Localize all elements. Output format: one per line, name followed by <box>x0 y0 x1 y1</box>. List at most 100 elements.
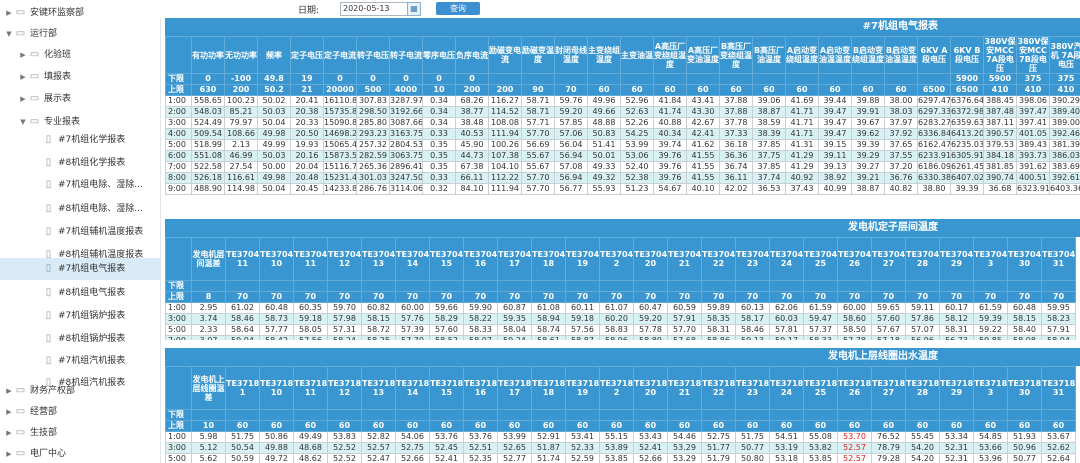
table-cell: 5:00 <box>165 324 192 336</box>
table-cell: 52.38 <box>620 172 654 184</box>
table-cell: 37.85 <box>752 161 786 173</box>
sidebar-item[interactable]: ▯ #7机组汽机报表 <box>0 350 160 372</box>
table-cell: 39.74 <box>653 139 687 151</box>
file-icon: ▯ <box>45 310 52 321</box>
sidebar-item[interactable]: ▯ #8机组锅炉报表 <box>0 328 160 350</box>
limit-cell: 上限 <box>165 420 192 432</box>
table-cell: 61.59 <box>803 302 838 314</box>
sidebar-item[interactable]: ▯ #8机组电除、湿除... <box>0 198 160 220</box>
table-title: 发电机定子层间温度 <box>165 219 1080 237</box>
table-cell: 53.19 <box>769 442 804 454</box>
table-cell: 57.70 <box>521 172 555 184</box>
header-cell: TE3704-26 <box>837 237 872 281</box>
table-cell: 52.96 <box>620 95 654 107</box>
sidebar-item[interactable]: ▯ #8机组电气报表 <box>0 282 160 304</box>
table-cell: 59.85 <box>973 335 1008 340</box>
table-cell: 58.07 <box>463 335 498 340</box>
sidebar-item[interactable]: ▯ #8机组化学报表 <box>0 152 160 174</box>
table-cell: 40.82 <box>884 183 918 195</box>
header-cell: TE3704-19 <box>565 237 600 281</box>
header-cell: B高压厂油温度 <box>752 36 786 74</box>
table-cell: 40.10 <box>686 183 720 195</box>
file-icon: ▯ <box>45 179 52 190</box>
sidebar-item[interactable]: ▯ #7机组电除、湿除... <box>0 174 160 196</box>
table-cell: 48.68 <box>293 442 328 454</box>
table-cell: 39.88 <box>851 95 885 107</box>
table-cell: 293.23 <box>356 128 390 140</box>
folder-icon: ▭ <box>29 49 40 60</box>
table-cell: 58.40 <box>1007 324 1042 336</box>
table-cell: 100.26 <box>488 139 522 151</box>
sidebar-tree: ▶ ▭ 安键环监察部 ▼ ▭ 运行部 ▶ ▭ 化验班 ▶ ▭ 填报表 ▶ ▭ 展示表 ▼ ▭ 专业报表 ▯ #7机组化… <box>0 0 161 463</box>
sidebar-item[interactable]: ▶ ▭ 财务产权部 <box>0 380 160 402</box>
table-cell: 20.45 <box>290 183 324 195</box>
header-cell: TE3718-13 <box>361 366 396 410</box>
table-cell: 79.97 <box>224 117 258 129</box>
file-icon: ▯ <box>45 226 52 237</box>
table-cell: 57.91 <box>667 313 702 325</box>
limit-cell: 60 <box>719 84 753 96</box>
table-cell: 49.96 <box>587 95 621 107</box>
table-cell: 39.39 <box>851 139 885 151</box>
table-cell: 53.29 <box>667 442 702 454</box>
table-cell: 50.86 <box>259 431 294 443</box>
sidebar-item[interactable]: ▶ ▭ 填报表 <box>0 66 160 88</box>
table-cell: 41.71 <box>785 106 819 118</box>
sidebar-item-label: 填报表 <box>44 72 72 82</box>
table-cell: 398.06 <box>1016 95 1050 107</box>
table-cell: 6359.63 <box>950 117 984 129</box>
limit-cell: 0 <box>389 73 423 85</box>
date-input[interactable]: 2020-05-13 <box>340 2 408 16</box>
sidebar-item[interactable]: ▶ ▭ 电厂中心 <box>0 443 160 463</box>
limit-cell: 90 <box>521 84 555 96</box>
table-cell: 58.25 <box>361 335 396 340</box>
header-cell: TE3704-22 <box>701 237 736 281</box>
table-cell: 50.01 <box>587 150 621 162</box>
sidebar-item[interactable]: ▯ #7机组辅机温度报表 <box>0 221 160 243</box>
header-cell: TE3718-28 <box>905 366 940 410</box>
table-cell: 52.51 <box>463 442 498 454</box>
table-cell: 52.45 <box>429 442 464 454</box>
sidebar-item[interactable]: ▯ #7机组电气报表 <box>0 258 160 280</box>
table-cell: 56.77 <box>554 183 588 195</box>
sidebar-item[interactable]: ▯ #7机组化学报表 <box>0 129 160 151</box>
table-cell: 58.71 <box>521 95 555 107</box>
header-cell: B启动变油温温度 <box>884 36 918 74</box>
sidebar-item[interactable]: ▶ ▭ 经营部 <box>0 401 160 423</box>
header-row: 发电机层间温差 TE3704-11 TE3704-10 TE3704-11 TE3704… <box>165 237 1076 281</box>
limit-cell: 60 <box>905 420 940 432</box>
table-cell: 60.82 <box>361 302 396 314</box>
table-cell: 36.36 <box>719 150 753 162</box>
table-cell: 14233.89 <box>323 183 357 195</box>
table-cell: 79.28 <box>871 453 906 463</box>
query-button[interactable]: 查询 <box>436 2 480 15</box>
table-cell: 37.88 <box>719 95 753 107</box>
limit-cell <box>620 73 654 85</box>
header-cell: 转子电压 <box>356 36 390 74</box>
sidebar-item[interactable]: ▶ ▭ 安键环监察部 <box>0 2 160 24</box>
sidebar-item[interactable]: ▯ #7机组锅炉报表 <box>0 305 160 327</box>
limit-cell: 60 <box>653 84 687 96</box>
table-cell: 60.59 <box>667 302 702 314</box>
table-cell: 6305.91 <box>950 150 984 162</box>
limit-cell <box>531 280 566 292</box>
table-cell: 58.24 <box>327 335 362 340</box>
limit-cell: 60 <box>735 420 770 432</box>
sidebar-item[interactable]: ▶ ▭ 生技部 <box>0 422 160 444</box>
table-cell: 392.61 <box>1049 172 1080 184</box>
table-cell: 20.33 <box>290 117 324 129</box>
table-cell: 36.53 <box>752 183 786 195</box>
caret-down-icon: ▼ <box>6 30 12 38</box>
file-icon: ▯ <box>45 203 52 214</box>
sidebar-item[interactable]: ▶ ▭ 化验班 <box>0 44 160 66</box>
table-cell: 36.76 <box>884 172 918 184</box>
table-cell: 114.98 <box>224 183 258 195</box>
sidebar-item[interactable]: ▼ ▭ 运行部 <box>0 23 160 45</box>
table-cell: 381.85 <box>983 161 1017 173</box>
sidebar-item[interactable]: ▶ ▭ 展示表 <box>0 88 160 110</box>
limit-cell: 下限 <box>165 73 192 85</box>
calendar-icon[interactable]: ▦ <box>407 2 421 16</box>
table-cell: 38.39 <box>752 128 786 140</box>
table-cell: 257.32 <box>356 139 390 151</box>
sidebar-item-label: 展示表 <box>44 94 72 104</box>
